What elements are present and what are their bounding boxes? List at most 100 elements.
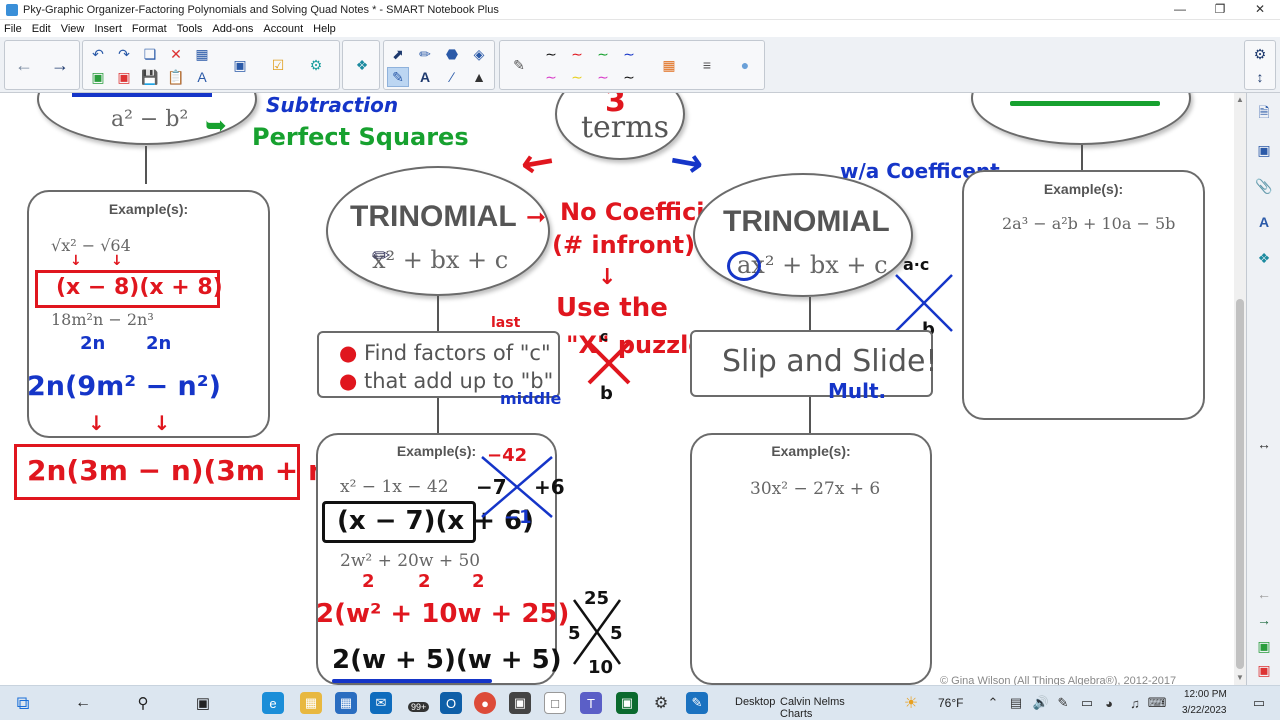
pen-icon[interactable]: ✎ [387, 67, 409, 87]
chart-window-label[interactable]: Calvin Nelms Charts [780, 696, 880, 720]
outlook-icon[interactable]: O [440, 692, 462, 714]
fill-icon[interactable]: ◈ [468, 44, 490, 64]
settings-gear-icon[interactable]: ⚙ [650, 692, 672, 714]
x2-left-value: 5 [568, 623, 581, 644]
spellcheck-icon[interactable]: A [191, 67, 213, 87]
resize-icon[interactable]: ↔ [1252, 433, 1276, 455]
menu-insert[interactable]: Insert [94, 23, 122, 35]
desktop-label[interactable]: Desktop [735, 696, 775, 708]
menu-tools[interactable]: Tools [177, 23, 203, 35]
scroll-up-icon[interactable]: ▲ [1236, 95, 1244, 104]
file-explorer-icon[interactable]: ▦ [300, 692, 322, 714]
toolbar-move-icon[interactable]: ↕ [1249, 67, 1271, 87]
back-icon[interactable]: ← [72, 692, 94, 714]
transparency-icon[interactable]: ● [734, 55, 756, 75]
forward-arrow-icon[interactable]: → [49, 55, 71, 75]
pen-style-icon[interactable]: ✎ [508, 55, 530, 75]
smart-notebook-icon[interactable]: ✎ [686, 692, 708, 714]
paste-icon[interactable]: 📋 [165, 67, 187, 87]
app-icon-2[interactable]: ▣ [616, 692, 638, 714]
document-icon[interactable]: □ [544, 692, 566, 714]
maximize-button[interactable]: ❐ [1200, 0, 1240, 20]
save-icon[interactable]: 💾 [139, 67, 161, 87]
menu-file[interactable]: File [4, 23, 22, 35]
menu-help[interactable]: Help [313, 23, 336, 35]
connector-line-2 [437, 296, 439, 331]
page-sorter-icon[interactable]: 🗎 [1252, 103, 1276, 125]
pen-blue-icon[interactable]: ∼ [618, 44, 640, 64]
add-page-icon[interactable]: ❏ [139, 44, 161, 64]
close-button[interactable]: ✕ [1240, 0, 1280, 20]
mail-icon[interactable]: ✉ [370, 692, 392, 714]
page-delete-icon[interactable]: ▣ [113, 67, 135, 87]
pen-red-icon[interactable]: ∼ [566, 44, 588, 64]
shapes-icon[interactable]: ⬣ [441, 44, 463, 64]
app-icon-1[interactable]: ▣ [509, 692, 531, 714]
pen-pink-icon[interactable]: ∼ [540, 67, 562, 87]
task-view-icon[interactable]: ▣ [192, 692, 214, 714]
text-icon[interactable]: A [414, 67, 436, 87]
minimize-button[interactable]: — [1160, 0, 1200, 20]
pen-dashed-icon[interactable]: ∼ [618, 67, 640, 87]
edge-icon[interactable]: e [262, 692, 284, 714]
pen-green-icon[interactable]: ∼ [592, 44, 614, 64]
keyboard-icon[interactable]: ⌨ [1146, 692, 1168, 714]
eraser-icon[interactable]: ▲ [468, 67, 490, 87]
battery-icon[interactable]: ▭ [1076, 692, 1098, 714]
pen-magenta-icon[interactable]: ∼ [592, 67, 614, 87]
speaker-icon[interactable]: ♫ [1124, 692, 1146, 714]
clock-date[interactable]: 3/22/2023 [1182, 705, 1227, 716]
weather-temp[interactable]: 76°F [938, 696, 963, 710]
menu-edit[interactable]: Edit [32, 23, 51, 35]
puzzle-icon[interactable]: ❖ [351, 55, 373, 75]
search-icon[interactable]: ⚲ [132, 692, 154, 714]
prev-page-icon[interactable]: ← [1252, 583, 1276, 605]
store-icon[interactable]: ▦ [335, 692, 357, 714]
pen-yellow-icon[interactable]: ∼ [566, 67, 588, 87]
page-add-icon[interactable]: ▣ [87, 67, 109, 87]
vertical-scrollbar[interactable]: ▲ ▼ [1234, 93, 1246, 685]
addon-icon[interactable]: ⚙ [305, 55, 327, 75]
scroll-down-icon[interactable]: ▼ [1236, 673, 1244, 682]
line-style-icon[interactable]: ≡ [696, 55, 718, 75]
menu-format[interactable]: Format [132, 23, 167, 35]
select-pointer-icon[interactable]: ⬈ [387, 44, 409, 64]
menu-addons[interactable]: Add-ons [212, 23, 253, 35]
pen-input-icon[interactable]: ✎ [1052, 692, 1074, 714]
scroll-thumb[interactable] [1236, 299, 1244, 669]
chrome-icon[interactable]: ● [474, 692, 496, 714]
back-arrow-icon[interactable]: ← [13, 55, 35, 75]
undo-icon[interactable]: ↶ [87, 44, 109, 64]
gear-icon[interactable]: ⚙ [1249, 44, 1271, 64]
x2-right-value: 5 [610, 623, 623, 644]
menu-view[interactable]: View [61, 23, 85, 35]
add-page-icon[interactable]: ▣ [1252, 635, 1276, 657]
last-note: last [491, 315, 521, 331]
app-icon [6, 3, 18, 16]
chevron-up-icon[interactable]: ⌃ [982, 692, 1004, 714]
next-page-icon[interactable]: → [1252, 609, 1276, 631]
attachments-icon[interactable]: 📎 [1252, 175, 1276, 197]
table-icon[interactable]: ▦ [191, 44, 213, 64]
line-icon[interactable]: ∕ [441, 67, 463, 87]
volume-icon[interactable]: 🔊 [1030, 692, 1052, 714]
notification-icon[interactable]: ▭ [1248, 692, 1270, 714]
color-palette-icon[interactable]: ▦ [658, 55, 680, 75]
network-icon[interactable]: ▤ [1005, 692, 1027, 714]
response-icon[interactable]: ☑ [267, 55, 289, 75]
menu-account[interactable]: Account [263, 23, 303, 35]
delete-page-icon[interactable]: ▣ [1252, 659, 1276, 681]
wifi-icon[interactable]: ◕ [1098, 692, 1120, 714]
delete-icon[interactable]: ✕ [165, 44, 187, 64]
pen-black-icon[interactable]: ∼ [540, 44, 562, 64]
redo-icon[interactable]: ↷ [113, 44, 135, 64]
screen-capture-icon[interactable]: ▣ [229, 55, 251, 75]
whiteboard-canvas[interactable]: a² − b² Subtraction ➥ Perfect Squares Ex… [0, 93, 1234, 685]
windows-start-icon[interactable]: ⧉ [12, 692, 34, 714]
properties-icon[interactable]: A [1252, 211, 1276, 233]
teams-icon[interactable]: T [580, 692, 602, 714]
shape-pen-icon[interactable]: ✏ [414, 44, 436, 64]
gallery-icon[interactable]: ▣ [1252, 139, 1276, 161]
addons-panel-icon[interactable]: ❖ [1252, 247, 1276, 269]
clock-time[interactable]: 12:00 PM [1184, 689, 1227, 700]
